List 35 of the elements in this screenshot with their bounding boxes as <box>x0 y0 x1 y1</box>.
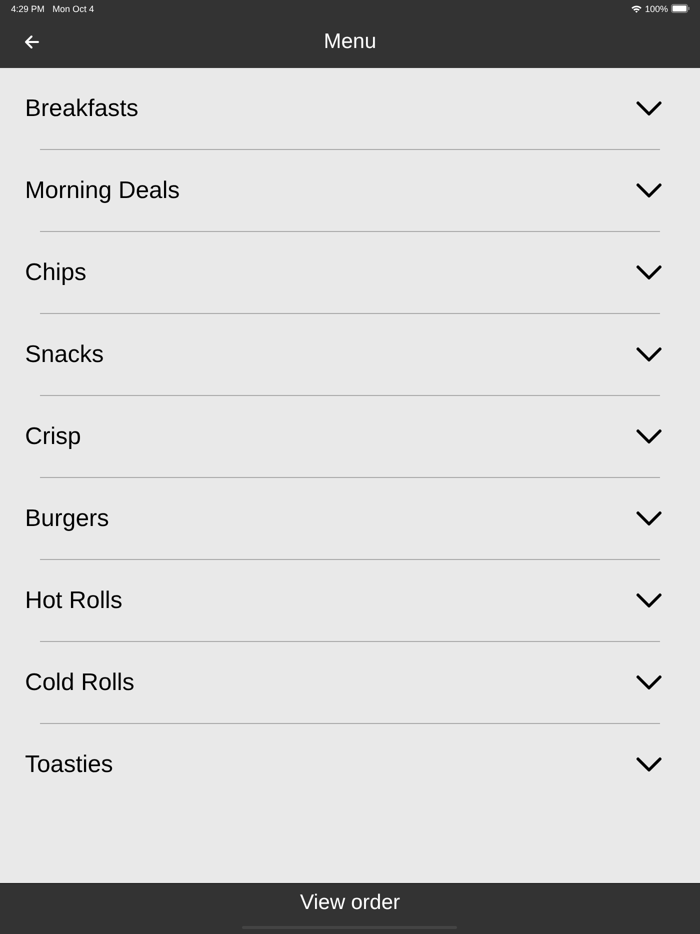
category-label: Snacks <box>25 340 104 368</box>
category-label: Hot Rolls <box>25 586 122 614</box>
battery-icon <box>671 4 690 13</box>
category-label: Breakfasts <box>25 94 138 122</box>
chevron-icon[interactable] <box>636 510 662 526</box>
category-label: Chips <box>25 258 86 286</box>
category-row[interactable]: Snacks <box>0 314 700 395</box>
battery-percent: 100% <box>644 4 668 14</box>
view-order-button[interactable]: View order <box>0 883 700 934</box>
category-label: Toasties <box>25 750 114 778</box>
chevron-icon[interactable] <box>636 264 662 280</box>
screen-title: Menu <box>324 30 376 54</box>
chevron-icon[interactable] <box>636 428 662 444</box>
chevron-icon[interactable] <box>636 182 662 198</box>
category-row[interactable]: Crisp <box>0 396 700 477</box>
category-row[interactable]: Cold Rolls <box>0 642 700 723</box>
category-row[interactable]: Toasties <box>0 724 700 805</box>
category-row[interactable]: Morning Deals <box>0 150 700 231</box>
category-row[interactable]: Burgers <box>0 478 700 559</box>
chevron-icon[interactable] <box>636 674 662 690</box>
category-row[interactable]: Hot Rolls <box>0 560 700 641</box>
chevron-icon[interactable] <box>636 756 662 772</box>
chevron-icon[interactable] <box>636 100 662 116</box>
category-label: Burgers <box>25 504 110 532</box>
wifi-icon <box>630 4 642 12</box>
status-time: 4:29 PM <box>11 4 45 14</box>
category-label: Crisp <box>25 422 82 450</box>
back-arrow-icon[interactable] <box>24 35 39 49</box>
category-row[interactable]: Chips <box>0 232 700 313</box>
category-row[interactable]: Breakfasts <box>0 68 700 149</box>
category-label: Cold Rolls <box>25 668 134 696</box>
status-date: Mon Oct 4 <box>52 4 94 14</box>
chevron-icon[interactable] <box>636 346 662 362</box>
chevron-icon[interactable] <box>636 592 662 608</box>
category-label: Morning Deals <box>25 176 180 204</box>
